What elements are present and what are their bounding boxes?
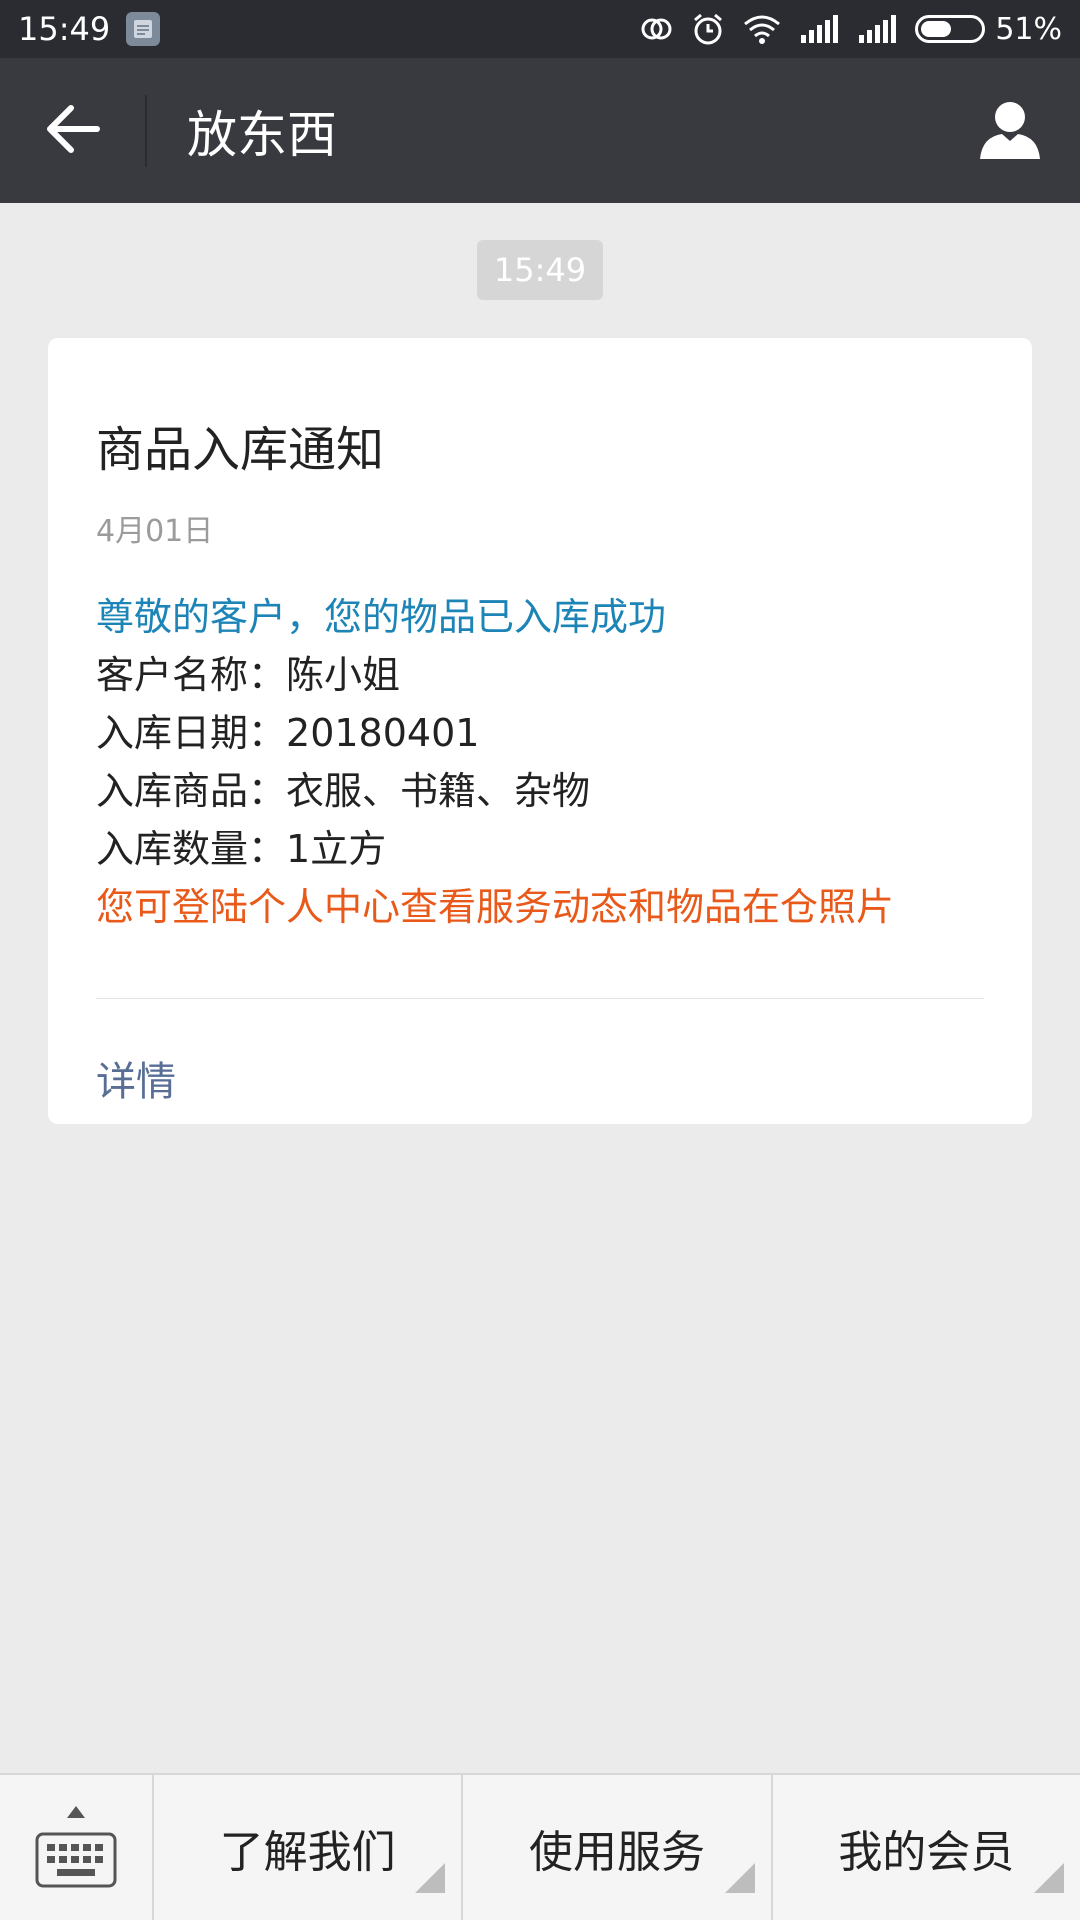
field-value: 陈小姐 (286, 653, 401, 697)
user-icon (978, 97, 1042, 165)
message-card[interactable]: 商品入库通知 4月01日 尊敬的客户，您的物品已入库成功 客户名称：陈小姐 入库… (48, 338, 1032, 1124)
keyboard-icon (35, 1832, 117, 1892)
battery-level (921, 21, 951, 37)
menu-item-label: 我的会员 (838, 1826, 1015, 1878)
field-value: 衣服、书籍、杂物 (286, 769, 591, 813)
submenu-indicator-icon (415, 1853, 446, 1904)
chevron-up-icon (67, 1803, 85, 1822)
menu-item-use-service[interactable]: 使用服务 (463, 1775, 773, 1920)
status-right: 51% (639, 12, 1062, 47)
back-button[interactable] (0, 58, 145, 203)
status-left: 15:49 (18, 10, 161, 48)
field-label: 入库数量： (96, 827, 287, 871)
card-body: 尊敬的客户，您的物品已入库成功 客户名称：陈小姐 入库日期：20180401 入… (96, 588, 984, 936)
field-storage-items: 入库商品：衣服、书籍、杂物 (96, 762, 984, 820)
submenu-indicator-icon (724, 1853, 755, 1904)
screen: 15:49 51% 放东西 15:49 商品入库通知 4月01日 尊敬的客户，您… (0, 0, 1080, 1920)
title-bar: 放东西 (0, 58, 1080, 203)
arrow-left-icon (45, 104, 101, 158)
menu-item-my-membership[interactable]: 我的会员 (773, 1775, 1080, 1920)
menu-item-label: 使用服务 (528, 1826, 705, 1878)
field-value: 20180401 (286, 711, 480, 755)
notification-icon (126, 12, 161, 46)
message-timestamp: 15:49 (477, 240, 603, 300)
status-time: 15:49 (18, 10, 111, 48)
field-label: 入库日期： (96, 711, 287, 755)
wifi-icon (743, 14, 781, 44)
title-divider (145, 94, 147, 167)
card-date: 4月01日 (96, 514, 214, 549)
status-bar: 15:49 51% (0, 0, 1080, 58)
menu-item-about-us[interactable]: 了解我们 (154, 1775, 464, 1920)
submenu-indicator-icon (1033, 1853, 1064, 1904)
card-divider (96, 998, 984, 999)
battery-icon (915, 15, 986, 43)
details-link[interactable]: 详情 (96, 1049, 984, 1107)
field-label: 客户名称： (96, 653, 287, 697)
page-title: 放东西 (187, 105, 337, 164)
card-title: 商品入库通知 (96, 422, 385, 478)
menu-item-label: 了解我们 (219, 1826, 396, 1878)
greeting-text: 尊敬的客户，您的物品已入库成功 (96, 595, 667, 639)
field-storage-date: 入库日期：20180401 (96, 704, 984, 762)
signal-icon (799, 15, 839, 43)
bottom-menu: 了解我们 使用服务 我的会员 (0, 1773, 1080, 1920)
profile-button[interactable] (940, 58, 1080, 203)
field-value: 1立方 (286, 827, 387, 871)
battery-text: 51% (995, 11, 1062, 47)
alarm-icon (691, 12, 725, 46)
field-storage-quantity: 入库数量：1立方 (96, 820, 984, 878)
battery-indicator: 51% (915, 12, 1062, 47)
field-customer-name: 客户名称：陈小姐 (96, 646, 984, 704)
keyboard-toggle-button[interactable] (0, 1775, 154, 1920)
note-text: 您可登陆个人中心查看服务动态和物品在仓照片 (96, 885, 895, 929)
sync-icon (639, 12, 673, 46)
signal-icon (857, 15, 897, 43)
field-label: 入库商品： (96, 769, 287, 813)
